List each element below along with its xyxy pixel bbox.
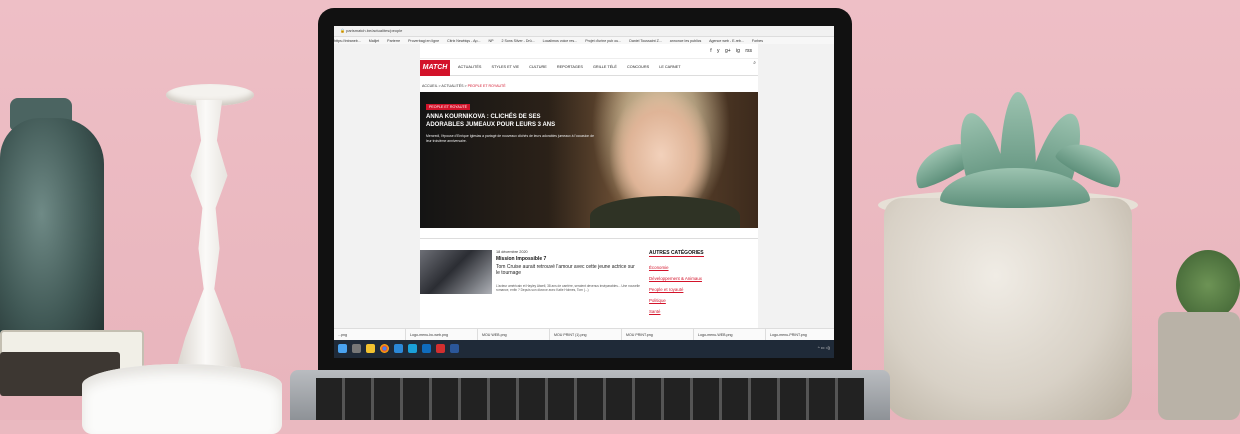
bookmark-item[interactable]: Mailjet [369, 39, 379, 43]
nav-reportages[interactable]: REPORTAGES [557, 65, 583, 69]
bookmark-item[interactable]: NP [488, 39, 493, 43]
green-glass-vase [0, 118, 104, 358]
bookmark-item[interactable]: Agence web - E-reb... [709, 39, 744, 43]
googleplus-icon[interactable]: g+ [725, 48, 731, 54]
photos-icon[interactable] [408, 344, 417, 353]
nav-grille-tele[interactable]: GRILLE TÉLÉ [593, 65, 617, 69]
hero-photo-jacket [590, 196, 740, 228]
search-icon[interactable] [352, 344, 361, 353]
word-icon[interactable] [450, 344, 459, 353]
breadcrumb-current: PEOPLE ET ROYAUTÉ [467, 84, 506, 88]
category-link[interactable]: Santé [649, 306, 702, 317]
site-content: f y g+ ig rss MATCH ACTUALITÉS STYLES ET… [420, 44, 758, 328]
rss-icon[interactable]: rss [745, 48, 752, 54]
category-link[interactable]: Politique [649, 295, 702, 306]
explorer-icon[interactable] [366, 344, 375, 353]
store-icon[interactable] [394, 344, 403, 353]
main-nav: MATCH ACTUALITÉS STYLES ET VIE CULTURE R… [420, 58, 758, 76]
categories-heading: AUTRES CATÉGORIES [649, 250, 704, 257]
article-title[interactable]: Mission Impossible 7 [496, 256, 546, 262]
category-link[interactable]: Économie [649, 262, 702, 273]
instagram-icon[interactable]: ig [736, 48, 740, 54]
breadcrumb-home[interactable]: ACCUEIL [422, 84, 437, 88]
nav-le-carnet[interactable]: LE CARNET [659, 65, 680, 69]
bookmark-item[interactable]: Forbes [752, 39, 763, 43]
article-subtitle[interactable]: Tom Cruise aurait retrouvé l'amour avec … [496, 264, 636, 277]
category-link[interactable]: People et royauté [649, 284, 702, 295]
article-thumbnail[interactable] [420, 250, 492, 294]
article-excerpt: L'acteur américain et Hayley Atwell, 38 … [496, 284, 640, 293]
acrobat-icon[interactable] [436, 344, 445, 353]
address-bar[interactable]: 🔒 parismatch.be/actualites/people [334, 26, 834, 37]
bookmark-item[interactable]: annonce les publics [670, 39, 702, 43]
small-stone-pot [1158, 312, 1240, 420]
bookmark-item[interactable]: Proverbagi en ligne [408, 39, 439, 43]
bookmark-item[interactable]: https://intraneb... [334, 39, 361, 43]
hero-description: Mercredi, l'épouse d'Enrique Iglesias a … [426, 134, 594, 143]
bookmark-item[interactable]: Localimos voice res... [543, 39, 578, 43]
hero-article[interactable]: PEOPLE ET ROYAUTÉ ANNA KOURNIKOVA : CLIC… [420, 92, 758, 228]
nav-culture[interactable]: CULTURE [529, 65, 547, 69]
white-mug [82, 364, 282, 434]
category-link[interactable]: Développement & Animaux [649, 273, 702, 284]
windows-taskbar: ^ ▭ ◁) [334, 340, 834, 358]
breadcrumb-actualites[interactable]: ACTUALITÉS [441, 84, 463, 88]
bookmark-item[interactable]: 2 Sons Silver - Drü... [501, 39, 534, 43]
social-icons: f y g+ ig rss [706, 48, 752, 54]
page-viewport: M'ABONNER f y g+ ig rss MATCH ACTUALITÉS… [334, 44, 834, 328]
url-text: parismatch.be/actualites/people [346, 28, 403, 33]
hero-title[interactable]: ANNA KOURNIKOVA : CLICHÉS DE SES ADORABL… [426, 114, 576, 129]
breadcrumb: ACCUEIL > ACTUALITÉS > PEOPLE ET ROYAUTÉ [422, 84, 506, 88]
laptop-keyboard [316, 378, 864, 420]
nav-concours[interactable]: CONCOURS [627, 65, 649, 69]
nav-actualites[interactable]: ACTUALITÉS [458, 65, 481, 69]
outlook-icon[interactable] [422, 344, 431, 353]
article-date: 18 décembre 2020 [496, 250, 528, 254]
windows-icon[interactable] [338, 344, 347, 353]
bookmark-item[interactable]: Projet d'urine pub ou... [585, 39, 621, 43]
categories-list: Économie Développement & Animaux People … [649, 262, 702, 317]
bookmark-item[interactable]: Parterre [387, 39, 400, 43]
chrome-icon[interactable] [380, 344, 389, 353]
succulent-plant [900, 92, 1130, 210]
nav-styles-et-vie[interactable]: STYLES ET VIE [491, 65, 519, 69]
section-divider [420, 238, 758, 239]
facebook-icon[interactable]: f [710, 48, 711, 54]
search-icon[interactable]: ⌕ [753, 60, 756, 66]
small-cactus [1176, 250, 1240, 320]
bookmark-item[interactable]: Citrix Newbiqs - Ap... [447, 39, 480, 43]
twitter-icon[interactable]: y [717, 48, 720, 54]
system-tray[interactable]: ^ ▭ ◁) [818, 345, 830, 350]
laptop-screen: 🔒 parismatch.be/actualites/people https:… [334, 26, 834, 358]
stone-plant-pot [884, 198, 1132, 420]
site-logo[interactable]: MATCH [420, 60, 450, 76]
hero-category-tag[interactable]: PEOPLE ET ROYAUTÉ [426, 104, 471, 110]
bookmark-item[interactable]: Daniel Toussaint Z... [629, 39, 662, 43]
